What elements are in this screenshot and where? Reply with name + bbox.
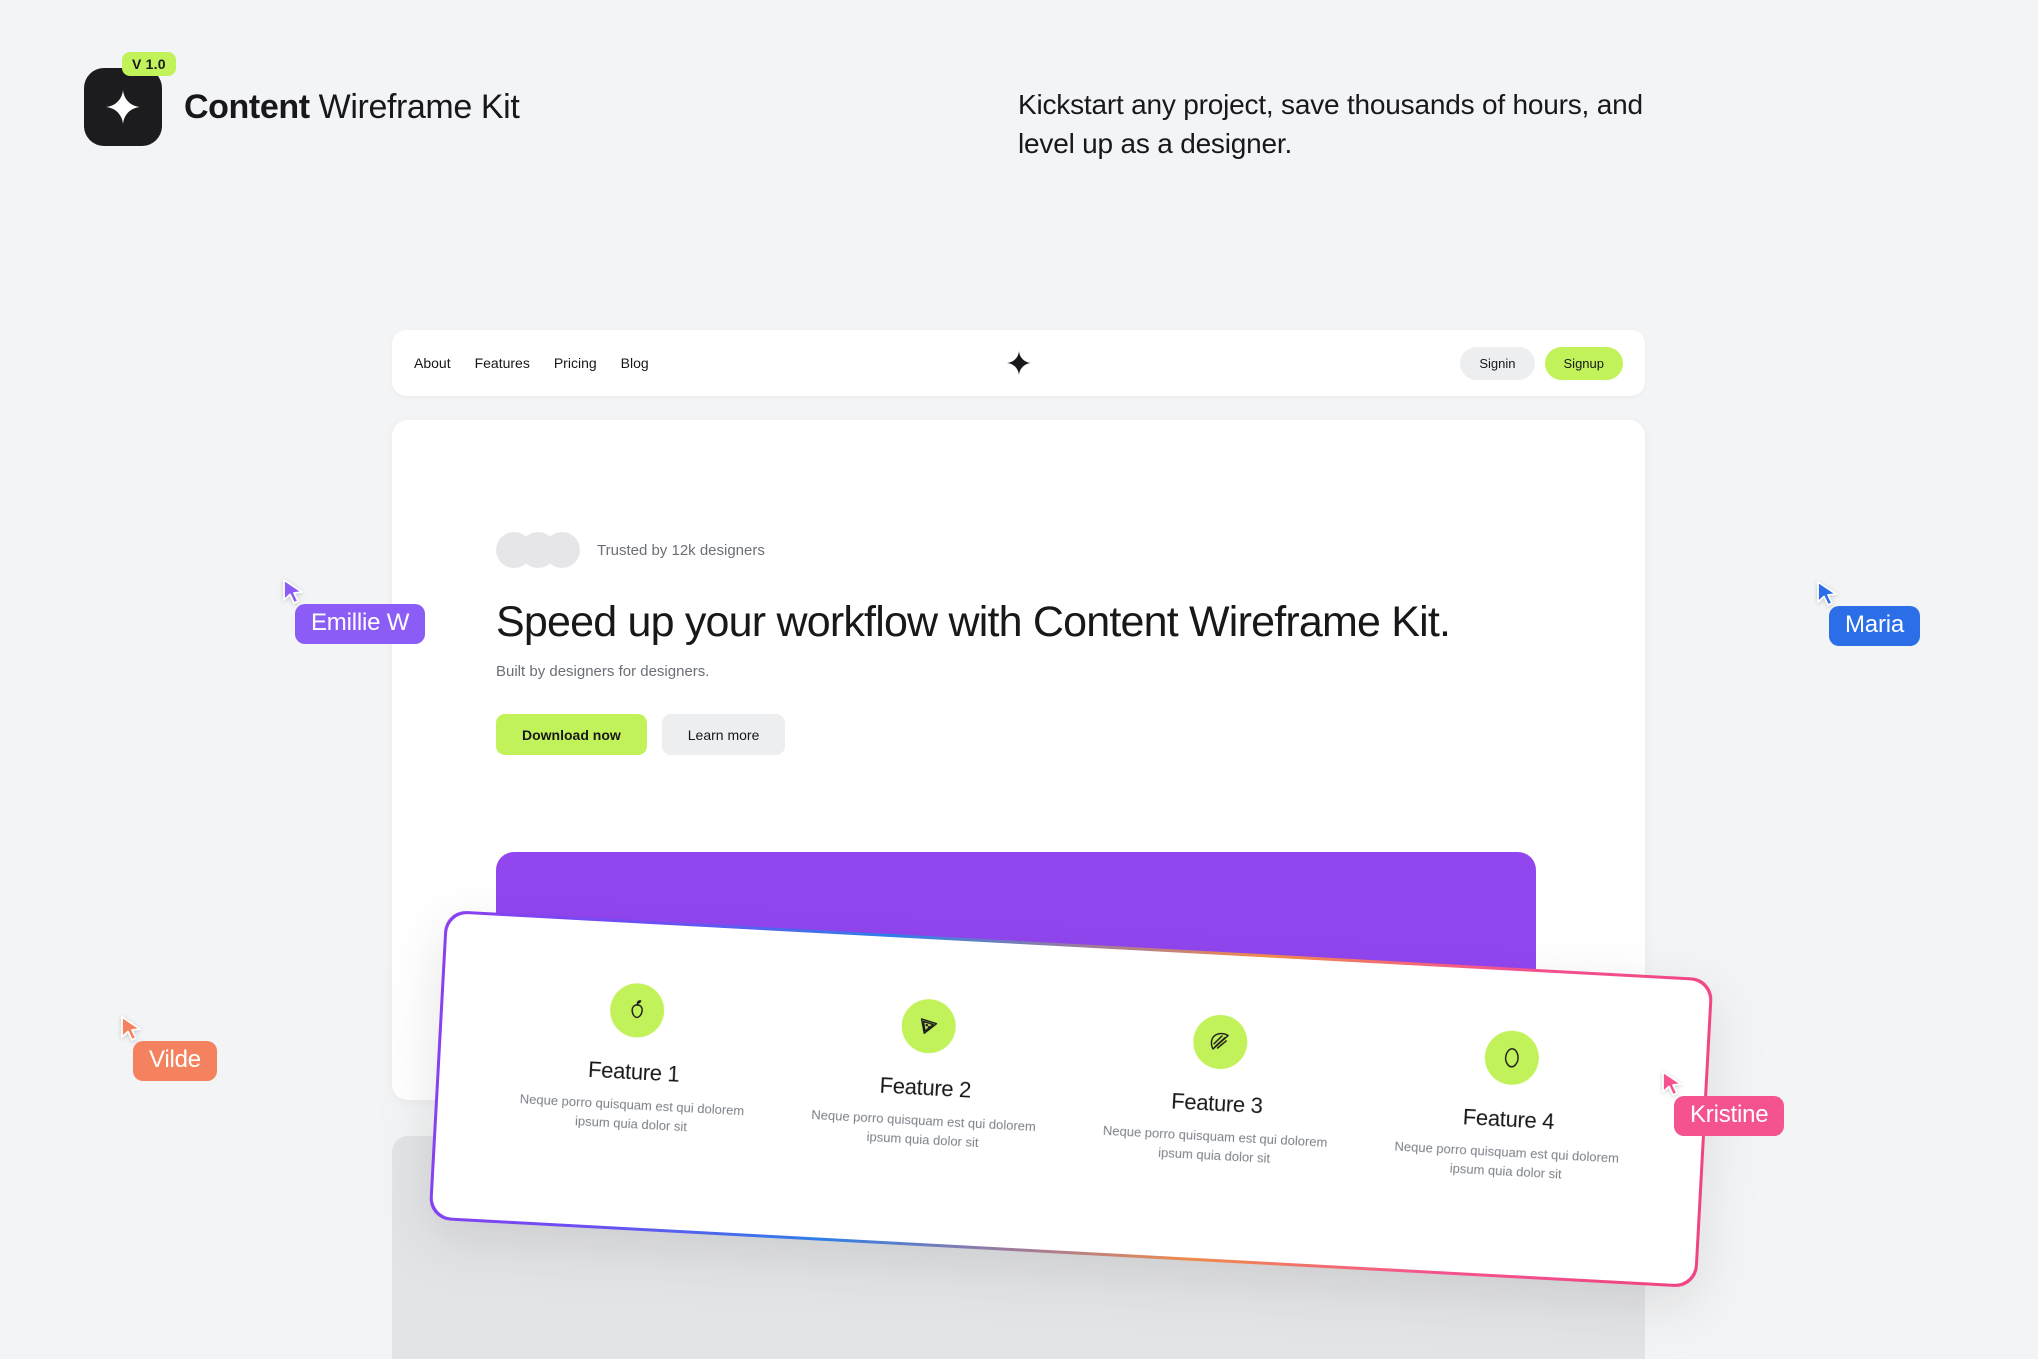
avatar [544,532,580,568]
mock-navbar: About Features Pricing Blog Signin Signu… [392,330,1645,396]
trusted-row: Trusted by 12k designers [496,532,765,568]
cursor-maria: Maria [1815,580,1921,646]
hero-title: Speed up your workflow with Content Wire… [496,598,1451,646]
sparkle-star-icon [1006,351,1031,375]
feature-item: Feature 2 Neque porro quisquam est qui d… [807,993,1045,1156]
brand-logo: V 1.0 Content Wireframe Kit [84,52,520,146]
signin-button[interactable]: Signin [1460,346,1535,380]
feature-item: Feature 4 Neque porro quisquam est qui d… [1390,1025,1628,1188]
features-card-body: Feature 1 Neque porro quisquam est qui d… [431,913,1711,1285]
nav-link-features[interactable]: Features [475,355,530,371]
download-now-button[interactable]: Download now [496,714,647,755]
brand-name: Content Wireframe Kit [184,87,520,127]
nav-links: About Features Pricing Blog [414,355,649,371]
egg-icon [1483,1029,1541,1087]
hero-subtitle: Built by designers for designers. [496,663,710,680]
feature-title: Feature 3 [1170,1088,1264,1119]
feature-description: Neque porro quisquam est qui dolorem ips… [519,1091,745,1135]
version-badge: V 1.0 [122,52,176,76]
feature-description: Neque porro quisquam est qui dolorem ips… [1394,1138,1620,1182]
nav-link-blog[interactable]: Blog [621,355,649,371]
sparkle-star-icon [106,90,140,124]
watermelon-slice-icon [900,997,958,1055]
cursor-kristine: Kristine [1660,1070,1785,1136]
hero-cta-group: Download now Learn more [496,714,786,755]
feature-description: Neque porro quisquam est qui dolorem ips… [1102,1122,1328,1166]
page-tagline: Kickstart any project, save thousands of… [1018,89,1643,159]
nav-link-about[interactable]: About [414,355,451,371]
brand-mark: V 1.0 [84,52,176,146]
learn-more-button[interactable]: Learn more [661,714,786,755]
cursor-label: Kristine [1674,1096,1785,1136]
cursor-emillie: Emillie W [281,578,426,644]
nav-actions: Signin Signup [1460,346,1623,380]
feature-description: Neque porro quisquam est qui dolorem ips… [811,1106,1037,1150]
feature-title: Feature 4 [1462,1104,1555,1135]
feature-title: Feature 1 [587,1056,681,1087]
nav-link-pricing[interactable]: Pricing [554,355,597,371]
avatar-group [496,532,580,568]
cursor-label: Maria [1829,606,1921,646]
brand-name-regular: Wireframe Kit [309,87,520,126]
lime-wedge-icon [1191,1013,1249,1071]
apple-icon [608,981,666,1039]
cursor-label: Emillie W [295,604,426,644]
signup-button[interactable]: Signup [1544,346,1623,380]
page-root: V 1.0 Content Wireframe Kit Kickstart an… [0,0,2038,1359]
brand-name-bold: Content [184,87,310,126]
feature-item: Feature 1 Neque porro quisquam est qui d… [516,977,754,1140]
feature-title: Feature 2 [879,1072,972,1103]
cursor-label: Vilde [133,1041,217,1081]
cursor-vilde: Vilde [119,1015,217,1081]
trusted-text: Trusted by 12k designers [597,541,765,559]
feature-item: Feature 3 Neque porro quisquam est qui d… [1099,1009,1337,1172]
